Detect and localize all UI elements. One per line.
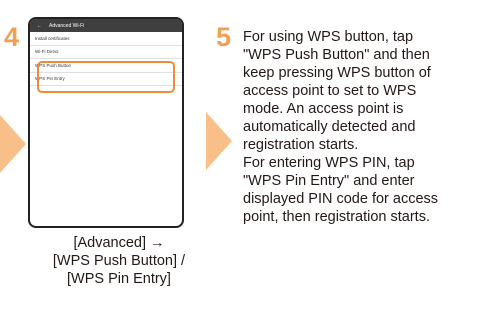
screen-title: Advanced Wi-Fi: [49, 22, 85, 29]
phone-app-bar: ← Advanced Wi-Fi: [30, 19, 182, 32]
phone-screen: ← Advanced Wi-Fi Install certificates Wi…: [28, 17, 184, 228]
step-4-caption: [Advanced] → [WPS Push Button] / [WPS Pi…: [52, 235, 186, 287]
menu-item-label: Wi-Fi Direct: [35, 49, 59, 55]
highlight-frame: [37, 61, 175, 93]
menu-item-label: Install certificates: [35, 35, 70, 41]
left-arrow-icon: [0, 115, 26, 173]
right-arrow-icon: [206, 112, 232, 170]
menu-item-install-certificates[interactable]: Install certificates: [30, 32, 182, 46]
step-4-number: 4: [4, 22, 20, 52]
step-5-description: For using WPS button, tap "WPS Push Butt…: [243, 29, 439, 225]
step-5-number: 5: [216, 22, 232, 52]
back-arrow-icon[interactable]: ←: [37, 23, 42, 29]
menu-item-wifi-direct[interactable]: Wi-Fi Direct: [30, 46, 182, 59]
